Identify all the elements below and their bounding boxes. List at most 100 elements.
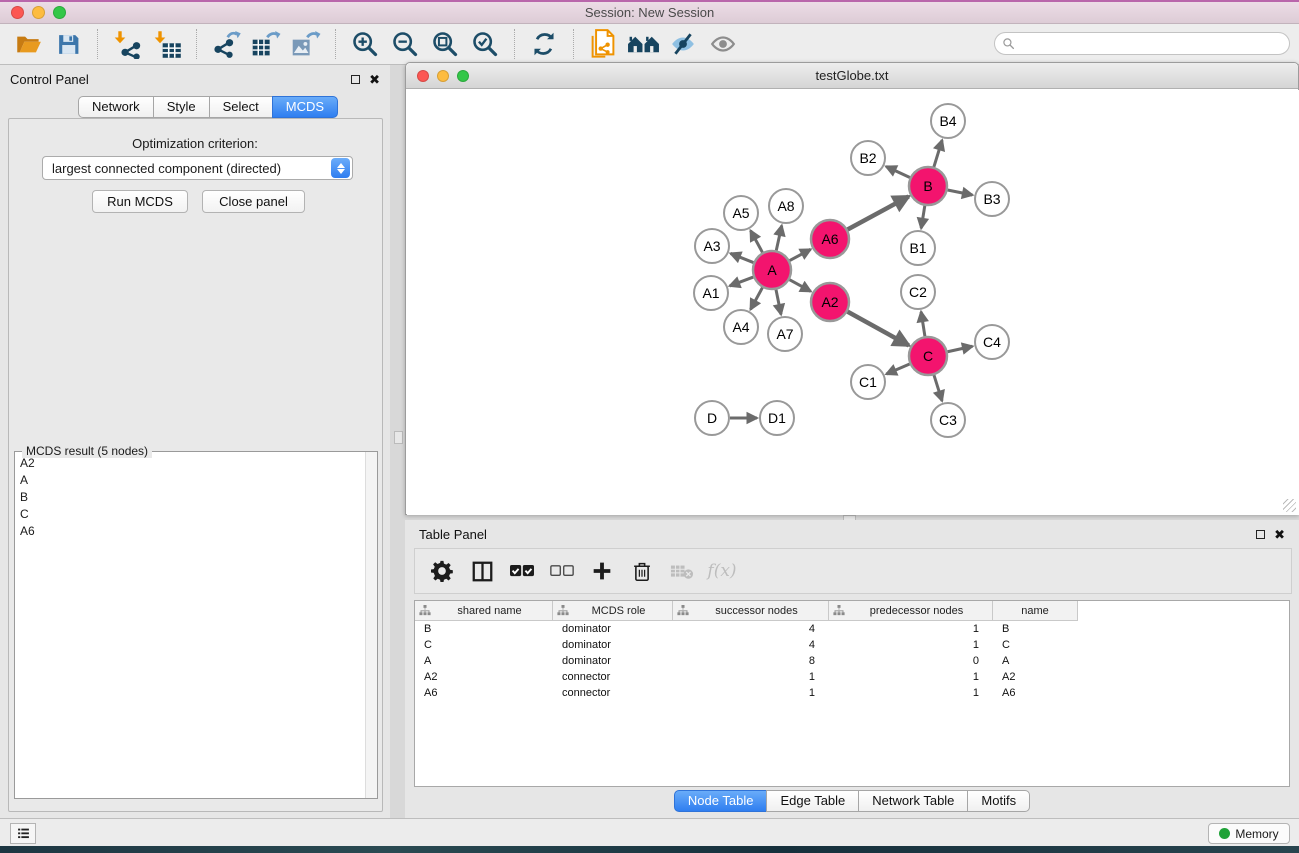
graph-edge-A-A3[interactable] — [731, 253, 754, 262]
graph-node-A4[interactable]: A4 — [724, 310, 758, 344]
select-all-rows-button[interactable] — [509, 558, 535, 584]
column-header-MCDS-role[interactable]: MCDS role — [553, 601, 673, 621]
tab-network-table[interactable]: Network Table — [858, 790, 968, 812]
graph-edge-A2-C[interactable] — [848, 312, 909, 346]
graph-node-B4[interactable]: B4 — [931, 104, 965, 138]
graph-node-B3[interactable]: B3 — [975, 182, 1009, 216]
function-builder-button[interactable]: f(x) — [709, 558, 735, 584]
graph-node-A5[interactable]: A5 — [724, 196, 758, 230]
network-canvas[interactable]: B4 B2 B B3 A8 A5 A6 B1 A3 A A1 C2 A2 A4 A7 C4 C C1 C3 D D1 — [407, 90, 1299, 515]
graph-edge-A-A5[interactable] — [751, 231, 763, 253]
zoom-out-button[interactable] — [388, 28, 422, 60]
graph-node-A2[interactable]: A2 — [811, 283, 849, 321]
save-session-button[interactable] — [51, 28, 85, 60]
zoom-fit-button[interactable] — [428, 28, 462, 60]
column-header-name[interactable]: name — [993, 601, 1078, 621]
graph-node-B[interactable]: B — [909, 167, 947, 205]
delete-table-button[interactable] — [669, 558, 695, 584]
graph-edge-A-A8[interactable] — [776, 226, 781, 251]
mcds-result-item[interactable]: A2 — [16, 455, 364, 472]
tab-style[interactable]: Style — [153, 96, 210, 118]
status-bar: Memory — [0, 818, 1299, 846]
tab-motifs[interactable]: Motifs — [967, 790, 1030, 812]
graph-node-A8[interactable]: A8 — [769, 189, 803, 223]
graph-edge-A-A1[interactable] — [730, 277, 754, 286]
graph-edge-B-B1[interactable] — [921, 206, 925, 229]
graph-edge-C-C2[interactable] — [921, 312, 925, 336]
table-row[interactable]: Adominator80A — [415, 653, 1289, 669]
import-network-button[interactable] — [110, 28, 144, 60]
table-settings-button[interactable] — [429, 558, 455, 584]
float-panel-icon[interactable] — [351, 75, 360, 84]
graph-edge-C-C3[interactable] — [934, 375, 942, 401]
float-table-panel-icon[interactable] — [1256, 530, 1265, 539]
mcds-result-item[interactable]: C — [16, 506, 364, 523]
graph-node-B2[interactable]: B2 — [851, 141, 885, 175]
split-panel-button[interactable] — [469, 558, 495, 584]
graph-node-D1[interactable]: D1 — [760, 401, 794, 435]
graph-node-A6[interactable]: A6 — [811, 220, 849, 258]
table-row[interactable]: Bdominator41B — [415, 621, 1289, 637]
new-network-from-selection-button[interactable] — [586, 28, 620, 60]
search-field[interactable] — [994, 32, 1290, 55]
graph-edge-C-C4[interactable] — [948, 346, 973, 351]
graph-node-C3[interactable]: C3 — [931, 403, 965, 437]
zoom-in-button[interactable] — [348, 28, 382, 60]
graph-node-A3[interactable]: A3 — [695, 229, 729, 263]
mcds-result-item[interactable]: A — [16, 472, 364, 489]
search-input[interactable] — [1020, 37, 1289, 51]
close-table-panel-icon[interactable]: ✖ — [1274, 530, 1285, 539]
first-neighbors-button[interactable] — [626, 28, 660, 60]
table-row[interactable]: A2connector11A2 — [415, 669, 1289, 685]
graph-node-C4[interactable]: C4 — [975, 325, 1009, 359]
mcds-result-item[interactable]: A6 — [16, 523, 364, 540]
column-header-successor-nodes[interactable]: successor nodes — [673, 601, 829, 621]
show-all-button[interactable] — [706, 28, 740, 60]
open-session-button[interactable] — [11, 28, 45, 60]
mcds-result-scrollbar[interactable] — [365, 452, 377, 798]
graph-node-C1[interactable]: C1 — [851, 365, 885, 399]
hide-selected-button[interactable] — [666, 28, 700, 60]
export-table-button[interactable] — [249, 28, 283, 60]
export-image-button[interactable] — [289, 28, 323, 60]
mcds-result-item[interactable]: B — [16, 489, 364, 506]
add-column-button[interactable] — [589, 558, 615, 584]
tab-network[interactable]: Network — [78, 96, 154, 118]
graph-node-D[interactable]: D — [695, 401, 729, 435]
graph-edge-A-A2[interactable] — [790, 280, 811, 292]
column-header-shared-name[interactable]: shared name — [415, 601, 553, 621]
table-row[interactable]: A6connector11A6 — [415, 685, 1289, 701]
apply-layout-button[interactable] — [527, 28, 561, 60]
graph-node-A1[interactable]: A1 — [694, 276, 728, 310]
vertical-splitter-handle[interactable] — [394, 431, 403, 444]
tab-edge-table[interactable]: Edge Table — [766, 790, 859, 812]
network-window-titlebar[interactable]: testGlobe.txt — [406, 63, 1298, 89]
graph-node-B1[interactable]: B1 — [901, 231, 935, 265]
graph-edge-C-C1[interactable] — [886, 364, 909, 374]
graph-edge-B-B3[interactable] — [948, 190, 973, 195]
close-panel-icon[interactable]: ✖ — [369, 75, 380, 84]
window-resize-grip[interactable] — [1283, 499, 1296, 512]
export-network-button[interactable] — [209, 28, 243, 60]
graph-node-C[interactable]: C — [909, 337, 947, 375]
tab-node-table[interactable]: Node Table — [674, 790, 768, 812]
graph-edge-A-A4[interactable] — [751, 288, 763, 310]
table-row[interactable]: Cdominator41C — [415, 637, 1289, 653]
graph-edge-B-B4[interactable] — [934, 140, 942, 167]
graph-edge-A-A7[interactable] — [776, 290, 781, 315]
graph-node-A7[interactable]: A7 — [768, 317, 802, 351]
deselect-all-rows-button[interactable] — [549, 558, 575, 584]
column-header-predecessor-nodes[interactable]: predecessor nodes — [829, 601, 993, 621]
zoom-selected-button[interactable] — [468, 28, 502, 60]
memory-button[interactable]: Memory — [1208, 823, 1290, 844]
tab-select[interactable]: Select — [209, 96, 273, 118]
delete-column-button[interactable] — [629, 558, 655, 584]
graph-edge-B-B2[interactable] — [886, 166, 910, 177]
tab-mcds[interactable]: MCDS — [272, 96, 338, 118]
task-history-button[interactable] — [10, 823, 36, 844]
graph-node-A[interactable]: A — [753, 251, 791, 289]
graph-edge-A6-B[interactable] — [848, 196, 909, 229]
graph-node-C2[interactable]: C2 — [901, 275, 935, 309]
import-table-button[interactable] — [150, 28, 184, 60]
graph-edge-A-A6[interactable] — [790, 249, 811, 260]
